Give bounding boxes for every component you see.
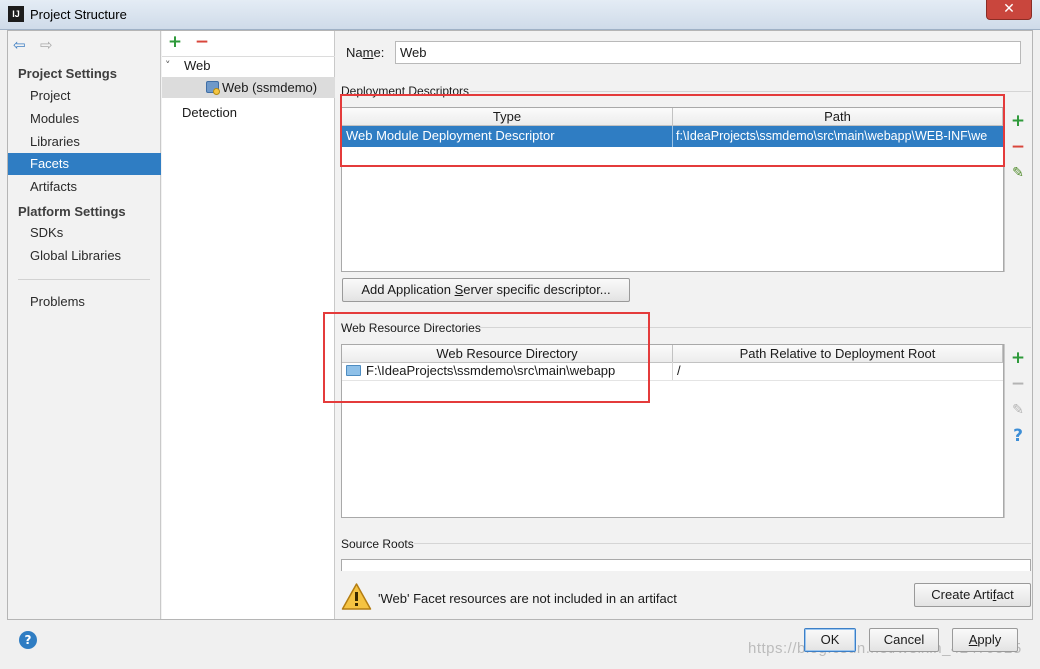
sidebar-item-libraries[interactable]: Libraries	[8, 131, 161, 153]
tree-node-detection[interactable]: Detection	[182, 103, 237, 123]
sidebar-item-artifacts[interactable]: Artifacts	[8, 176, 161, 198]
edit-descriptor-icon[interactable]: ✎	[1010, 165, 1026, 181]
platform-settings-heading: Platform Settings	[18, 204, 126, 219]
sidebar-item-sdks[interactable]: SDKs	[8, 222, 161, 244]
name-input[interactable]: Web	[395, 41, 1021, 64]
warning-message: 'Web' Facet resources are not included i…	[378, 591, 677, 606]
add-resource-icon[interactable]: +	[1010, 350, 1026, 367]
ok-button[interactable]: OK	[804, 628, 856, 652]
forward-arrow-icon[interactable]: ⇨	[40, 38, 56, 53]
remove-facet-icon[interactable]: −	[194, 34, 210, 51]
descriptor-tools-strip	[1004, 107, 1032, 272]
title-bar	[0, 0, 1040, 30]
deployment-group-line	[470, 91, 1031, 92]
add-server-descriptor-button[interactable]: Add Application Server specific descript…	[342, 278, 630, 302]
create-artifact-button[interactable]: Create Artifact	[914, 583, 1031, 607]
warning-icon	[341, 582, 372, 612]
back-arrow-icon[interactable]: ⇦	[13, 38, 29, 53]
edit-resource-icon[interactable]: ✎	[1010, 402, 1026, 418]
apply-button[interactable]: Apply	[952, 628, 1018, 652]
help-resource-icon[interactable]: ?	[1010, 428, 1026, 445]
add-facet-icon[interactable]: +	[167, 34, 183, 51]
help-icon[interactable]: ?	[19, 631, 37, 649]
sidebar-item-global-libraries[interactable]: Global Libraries	[8, 245, 161, 267]
sidebar-item-modules[interactable]: Modules	[8, 108, 161, 130]
window-close-button[interactable]: ✕	[986, 0, 1032, 20]
sidebar-item-facets[interactable]: Facets	[8, 153, 161, 175]
relative-path-cell[interactable]: /	[677, 361, 977, 381]
name-label: Name:	[346, 45, 385, 60]
expand-chevron-icon[interactable]: ˅	[165, 56, 171, 76]
sidebar-separator	[18, 279, 150, 280]
cell-divider	[672, 362, 673, 380]
intellij-app-icon: IJ	[8, 6, 24, 22]
source-roots-list[interactable]	[341, 559, 1031, 571]
annotation-highlight-resources	[323, 312, 650, 403]
sidebar-item-project[interactable]: Project	[8, 85, 161, 107]
tree-node-web-ssmdemo[interactable]: Web (ssmdemo)	[222, 78, 317, 98]
remove-descriptor-icon[interactable]: −	[1010, 139, 1026, 156]
add-descriptor-icon[interactable]: +	[1010, 113, 1026, 130]
sidebar-item-problems[interactable]: Problems	[8, 291, 161, 313]
source-roots-heading: Source Roots	[341, 537, 414, 551]
remove-resource-icon[interactable]: −	[1010, 376, 1026, 393]
source-roots-group-line	[414, 543, 1031, 544]
facet-badge-icon	[213, 88, 220, 95]
tree-node-web[interactable]: Web	[184, 56, 211, 76]
project-settings-heading: Project Settings	[18, 66, 117, 81]
annotation-highlight-descriptors	[340, 94, 1005, 167]
window-title: Project Structure	[30, 7, 127, 22]
cancel-button[interactable]: Cancel	[869, 628, 939, 652]
